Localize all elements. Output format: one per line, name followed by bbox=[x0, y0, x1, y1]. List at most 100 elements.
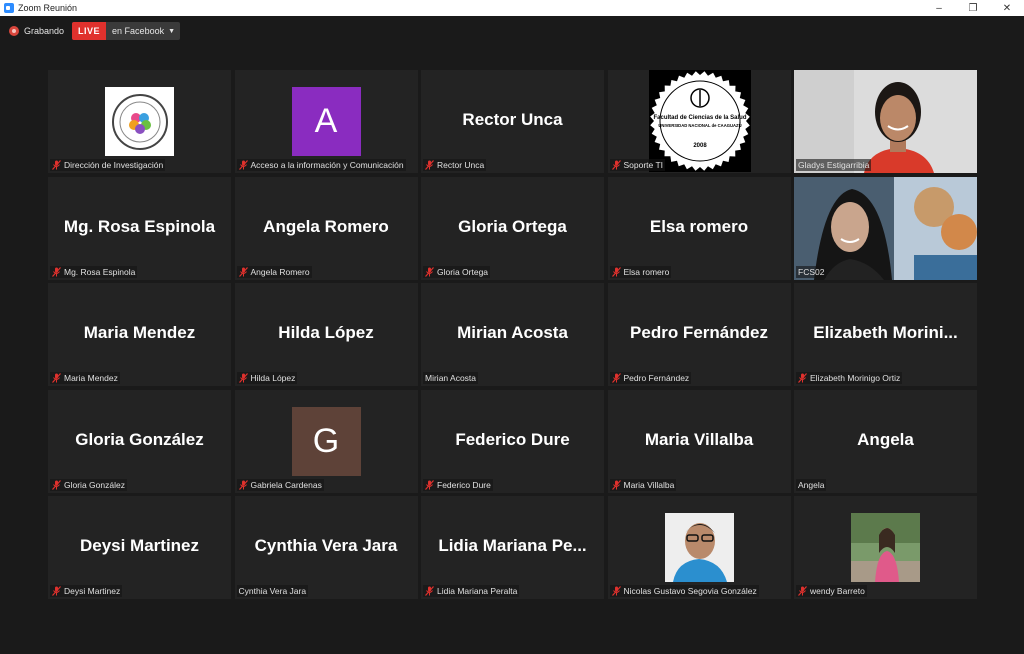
participant-tile[interactable]: FCS02 bbox=[794, 176, 977, 280]
participant-tile[interactable]: Pedro Fernández Pedro Fernández bbox=[607, 283, 791, 386]
participant-tile[interactable]: Federico Dure Federico Dure bbox=[421, 389, 604, 493]
participant-video bbox=[794, 70, 977, 173]
participant-tile[interactable]: Deysi Martinez Deysi Martinez bbox=[48, 496, 231, 599]
muted-microphone-icon bbox=[238, 373, 248, 383]
participant-tile[interactable]: Mirian Acosta Mirian Acosta bbox=[421, 283, 604, 386]
participant-name-label: Gloria Ortega bbox=[423, 265, 491, 278]
participant-video bbox=[794, 176, 977, 280]
participant-tile[interactable]: Facultad de Ciencias de la Salud UNIVERS… bbox=[607, 70, 791, 173]
participant-name-label: Rector Unca bbox=[423, 159, 487, 171]
muted-microphone-icon bbox=[798, 373, 807, 383]
participant-name: FCS02 bbox=[798, 266, 825, 277]
avatar bbox=[105, 87, 174, 156]
participant-tile[interactable]: Angela Romero Angela Romero bbox=[234, 176, 418, 280]
participant-display-name: Maria Villalba bbox=[644, 429, 754, 449]
participant-tile[interactable]: Gladys Estigarribia bbox=[794, 70, 977, 173]
participant-name: Elsa romero bbox=[623, 266, 670, 277]
participant-tile[interactable]: Hilda López Hilda López bbox=[234, 283, 418, 386]
participant-display-name: Hilda López bbox=[278, 323, 374, 342]
participant-name-label: Elsa romero bbox=[609, 265, 672, 278]
participant-name-label: Dirección de Investigación bbox=[50, 159, 166, 171]
participant-name-label: Hilda López bbox=[236, 372, 298, 384]
participant-photo bbox=[851, 513, 920, 582]
participant-tile[interactable]: Elsa romero Elsa romero bbox=[607, 176, 791, 280]
participant-tile[interactable]: wendy Barreto bbox=[794, 496, 977, 599]
participant-name-label: Federico Dure bbox=[423, 478, 493, 491]
participant-tile[interactable]: Maria Mendez Maria Mendez bbox=[48, 283, 231, 386]
participant-name-label: Acceso a la información y Comunicación bbox=[236, 159, 406, 171]
participant-name: Gloria Ortega bbox=[437, 266, 489, 277]
participant-display-name: Gloria Ortega bbox=[458, 216, 567, 236]
participant-tile[interactable]: Dirección de Investigación bbox=[48, 70, 231, 173]
minimize-button[interactable]: – bbox=[922, 0, 956, 16]
participant-name-label: Angela Romero bbox=[236, 265, 312, 278]
participant-name-label: Maria Villalba bbox=[609, 478, 677, 491]
participant-tile[interactable]: Lidia Mariana Pe... Lidia Mariana Peralta bbox=[421, 496, 604, 599]
participant-name-label: Mg. Rosa Espinola bbox=[50, 265, 138, 278]
participant-tile[interactable]: Maria Villalba Maria Villalba bbox=[607, 389, 791, 493]
participant-display-name: Federico Dure bbox=[455, 429, 570, 449]
close-button[interactable]: ✕ bbox=[990, 0, 1024, 16]
participant-name-label: Maria Mendez bbox=[50, 372, 120, 384]
participant-name-label: Gladys Estigarribia bbox=[796, 159, 872, 171]
participant-tile[interactable]: Rector Unca Rector Unca bbox=[421, 70, 604, 173]
recording-icon[interactable] bbox=[9, 26, 19, 36]
muted-microphone-icon bbox=[611, 266, 621, 277]
muted-microphone-icon bbox=[52, 160, 61, 170]
muted-microphone-icon bbox=[52, 266, 61, 277]
muted-microphone-icon bbox=[425, 586, 434, 596]
participant-tile[interactable]: Elizabeth Morini... Elizabeth Morinigo Or… bbox=[794, 283, 977, 386]
participant-display-name: Elsa romero bbox=[649, 216, 749, 236]
muted-microphone-icon bbox=[425, 479, 434, 490]
muted-microphone-icon bbox=[798, 586, 807, 596]
logo-text-line-3: 2008 bbox=[693, 143, 707, 149]
participant-name: Elizabeth Morinigo Ortiz bbox=[810, 373, 901, 383]
participant-name: Gladys Estigarribia bbox=[798, 160, 870, 170]
participant-name-label: Lidia Mariana Peralta bbox=[423, 585, 520, 597]
participant-name-label: Pedro Fernández bbox=[609, 372, 692, 384]
muted-microphone-icon bbox=[52, 373, 61, 383]
muted-microphone-icon bbox=[238, 479, 248, 490]
participant-display-name: Lidia Mariana Pe... bbox=[438, 536, 587, 555]
muted-microphone-icon bbox=[425, 266, 434, 277]
participant-name-label: Nicolas Gustavo Segovia González bbox=[609, 585, 759, 597]
logo-text-line-1: Facultad de Ciencias de la Salud bbox=[653, 115, 746, 121]
gallery-view-grid: Dirección de Investigación A Acceso a la i… bbox=[48, 70, 978, 599]
faculty-seal-logo: Facultad de Ciencias de la Salud UNIVERS… bbox=[648, 70, 751, 172]
participant-name: Dirección de Investigación bbox=[64, 160, 164, 170]
muted-microphone-icon bbox=[238, 266, 248, 277]
participant-display-name: Maria Mendez bbox=[83, 323, 196, 342]
participant-name-label: Soporte TI bbox=[609, 159, 666, 171]
participant-tile[interactable]: Nicolas Gustavo Segovia González bbox=[607, 496, 791, 599]
participant-tile[interactable]: Angela Angela bbox=[794, 389, 977, 493]
participant-name: Mg. Rosa Espinola bbox=[64, 266, 136, 277]
participant-display-name: Angela Romero bbox=[263, 216, 389, 236]
avatar: G bbox=[291, 406, 361, 476]
participant-tile[interactable]: G Gabriela Cardenas bbox=[234, 389, 418, 493]
muted-microphone-icon bbox=[611, 160, 621, 170]
participant-tile[interactable]: Mg. Rosa Espinola Mg. Rosa Espinola bbox=[48, 176, 231, 280]
chevron-down-icon[interactable]: ▼ bbox=[168, 22, 180, 40]
avatar: A bbox=[291, 87, 361, 156]
participant-name-label: Cynthia Vera Jara bbox=[236, 585, 309, 597]
participant-name: Nicolas Gustavo Segovia González bbox=[623, 586, 757, 596]
maximize-button[interactable]: ❐ bbox=[956, 0, 990, 16]
muted-microphone-icon bbox=[611, 586, 621, 596]
participant-tile[interactable]: Gloria Ortega Gloria Ortega bbox=[421, 176, 604, 280]
logo-text-line-2: UNIVERSIDAD NACIONAL de CAAGUAZÚ bbox=[658, 123, 741, 128]
participant-tile[interactable]: Gloria González Gloria González bbox=[48, 389, 231, 493]
participant-tile[interactable]: A Acceso a la información y Comunicación bbox=[234, 70, 418, 173]
participant-display-name: Mg. Rosa Espinola bbox=[63, 216, 216, 236]
participant-name: Maria Mendez bbox=[64, 373, 118, 383]
participant-display-name: Rector Unca bbox=[462, 110, 563, 129]
participant-name: Cynthia Vera Jara bbox=[238, 586, 307, 596]
participant-name: Pedro Fernández bbox=[623, 373, 690, 383]
participant-name-label: FCS02 bbox=[796, 265, 827, 278]
participant-name-label: Gabriela Cardenas bbox=[236, 478, 324, 491]
participant-name-label: Angela bbox=[796, 478, 827, 491]
muted-microphone-icon bbox=[52, 586, 61, 596]
participant-name: Mirian Acosta bbox=[425, 373, 477, 383]
live-stream-control[interactable]: LIVE en Facebook ▼ bbox=[72, 22, 181, 40]
participant-tile[interactable]: Cynthia Vera Jara Cynthia Vera Jara bbox=[234, 496, 418, 599]
recording-bar: Grabando LIVE en Facebook ▼ bbox=[0, 16, 1024, 46]
